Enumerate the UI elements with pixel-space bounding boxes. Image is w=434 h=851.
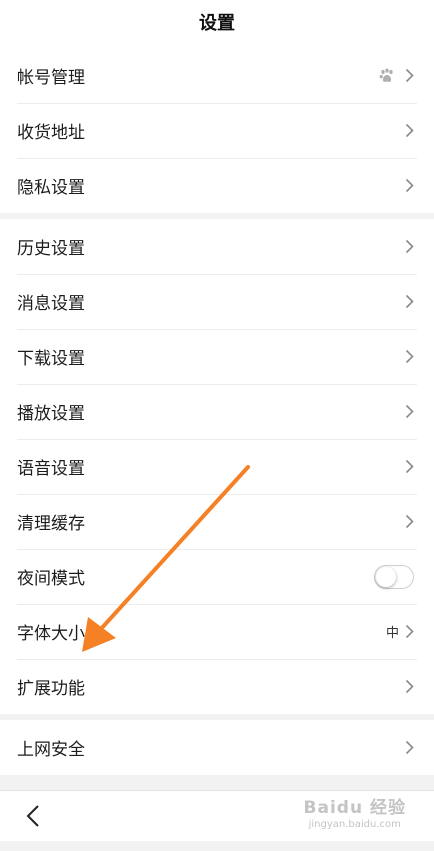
settings-item-label: 隐私设置 bbox=[17, 178, 85, 198]
chevron-right-icon bbox=[405, 679, 414, 694]
settings-item-history[interactable]: 历史设置 bbox=[0, 219, 434, 274]
chevron-right-icon bbox=[405, 178, 414, 193]
chevron-right-icon bbox=[405, 294, 414, 309]
chevron-right-icon bbox=[405, 459, 414, 474]
settings-item-privacy[interactable]: 隐私设置 bbox=[0, 158, 434, 213]
chevron-right-icon bbox=[405, 514, 414, 529]
bottom-bar: Baidu 经验 jingyan.baidu.com bbox=[0, 790, 434, 841]
chevron-right-icon bbox=[405, 123, 414, 138]
settings-item-messages[interactable]: 消息设置 bbox=[0, 274, 434, 329]
chevron-right-icon bbox=[405, 740, 414, 755]
page-header: 设置 bbox=[0, 0, 434, 48]
settings-item-font-size[interactable]: 字体大小 中 bbox=[0, 604, 434, 659]
settings-item-account-management[interactable]: 帐号管理 bbox=[0, 48, 434, 103]
general-group: 历史设置 消息设置 下载设置 播放设置 语音设置 清理缓存 夜间模式 字体大小 … bbox=[0, 219, 434, 714]
settings-item-voice[interactable]: 语音设置 bbox=[0, 439, 434, 494]
settings-item-label: 收货地址 bbox=[17, 123, 85, 143]
settings-item-internet-security[interactable]: 上网安全 bbox=[0, 720, 434, 775]
watermark-brand: Baidu 经验 bbox=[303, 798, 406, 818]
settings-item-extensions[interactable]: 扩展功能 bbox=[0, 659, 434, 714]
settings-item-shipping-address[interactable]: 收货地址 bbox=[0, 103, 434, 158]
chevron-right-icon bbox=[405, 624, 414, 639]
settings-item-label: 语音设置 bbox=[17, 459, 85, 479]
chevron-right-icon bbox=[405, 404, 414, 419]
night-mode-toggle[interactable] bbox=[374, 564, 414, 589]
settings-item-label: 播放设置 bbox=[17, 404, 85, 424]
watermark-url: jingyan.baidu.com bbox=[308, 819, 401, 830]
settings-item-label: 字体大小 bbox=[17, 624, 85, 644]
account-group: 帐号管理 收货地址 隐私设置 bbox=[0, 48, 434, 213]
settings-item-night-mode: 夜间模式 bbox=[0, 549, 434, 604]
settings-item-label: 扩展功能 bbox=[17, 679, 85, 699]
paw-icon bbox=[379, 68, 393, 82]
settings-item-playback[interactable]: 播放设置 bbox=[0, 384, 434, 439]
settings-item-label: 下载设置 bbox=[17, 349, 85, 369]
chevron-right-icon bbox=[405, 349, 414, 364]
back-chevron-icon[interactable] bbox=[22, 803, 46, 829]
settings-item-label: 上网安全 bbox=[17, 740, 85, 760]
chevron-right-icon bbox=[405, 239, 414, 254]
settings-item-label: 清理缓存 bbox=[17, 514, 85, 534]
settings-item-clear-cache[interactable]: 清理缓存 bbox=[0, 494, 434, 549]
chevron-right-icon bbox=[405, 68, 414, 83]
watermark: Baidu 经验 jingyan.baidu.com bbox=[304, 797, 406, 831]
settings-item-label: 消息设置 bbox=[17, 294, 85, 314]
security-group: 上网安全 bbox=[0, 720, 434, 775]
settings-item-downloads[interactable]: 下载设置 bbox=[0, 329, 434, 384]
toggle-knob bbox=[376, 566, 396, 587]
page-title: 设置 bbox=[199, 13, 235, 34]
settings-item-label: 历史设置 bbox=[17, 239, 85, 259]
settings-item-label: 帐号管理 bbox=[17, 68, 85, 88]
settings-item-label: 夜间模式 bbox=[17, 569, 85, 589]
font-size-value: 中 bbox=[385, 626, 399, 641]
